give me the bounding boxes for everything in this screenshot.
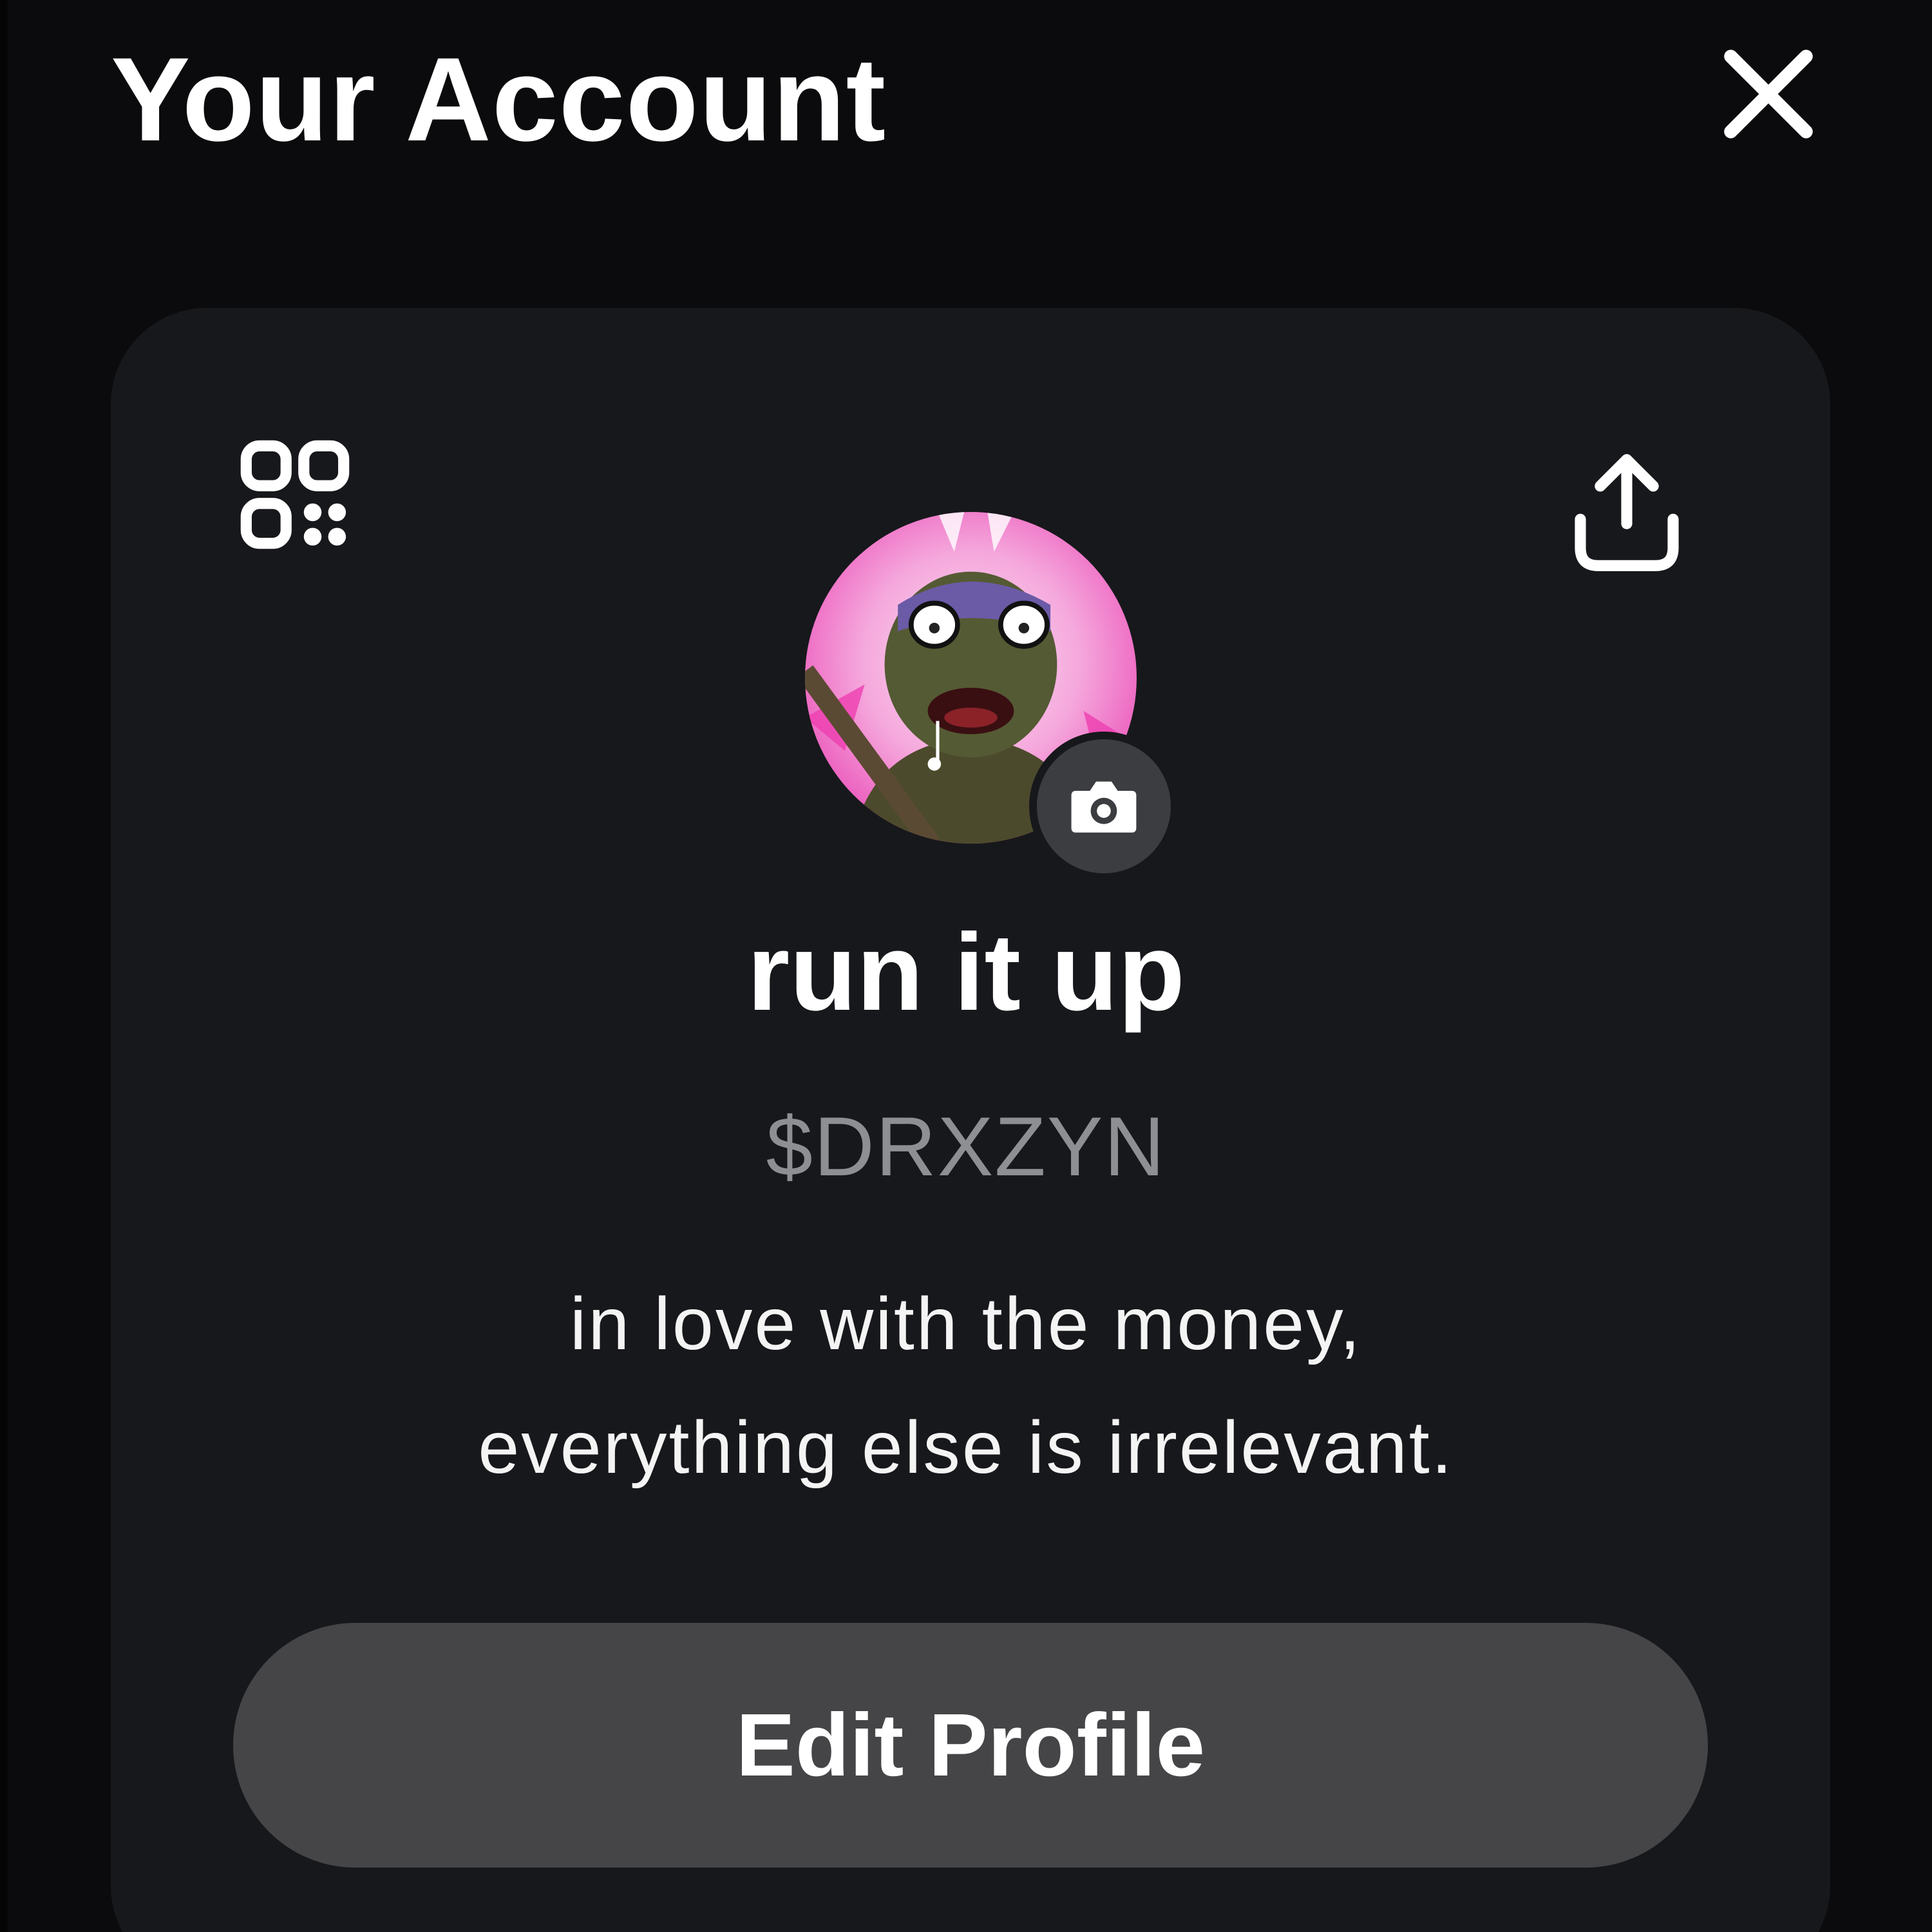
close-button[interactable] bbox=[1713, 39, 1824, 149]
edit-profile-button[interactable]: Edit Profile bbox=[233, 1623, 1708, 1868]
share-button[interactable] bbox=[1571, 451, 1682, 574]
display-name: run it up bbox=[747, 911, 1185, 1034]
qr-code-icon bbox=[240, 440, 350, 549]
cashtag: $DRXZYN bbox=[766, 1099, 1166, 1193]
camera-icon bbox=[1071, 781, 1137, 833]
bio-line: everything else is irrelevant. bbox=[478, 1406, 1454, 1489]
bio: in love with the money, everything else … bbox=[0, 1262, 1932, 1510]
page-title: Your Account bbox=[111, 33, 887, 166]
share-upload-icon bbox=[1575, 454, 1679, 571]
bio-line: in love with the money, bbox=[569, 1283, 1363, 1365]
close-icon bbox=[1724, 50, 1813, 138]
change-photo-button[interactable] bbox=[1029, 732, 1179, 881]
qr-code-button[interactable] bbox=[240, 439, 350, 550]
account-screen: Your Account run it up $DRXZYN in love w… bbox=[0, 0, 1932, 1932]
